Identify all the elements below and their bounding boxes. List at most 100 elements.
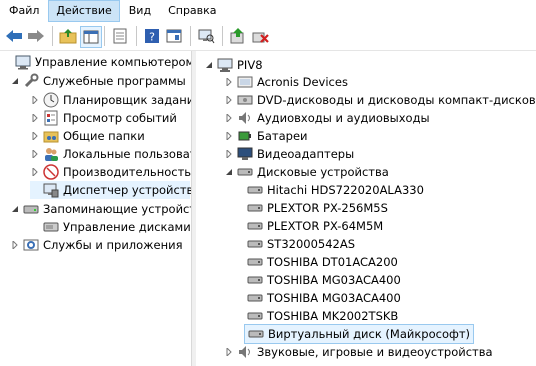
help-icon[interactable]: ? xyxy=(142,26,162,46)
disk-label: PLEXTOR PX-256M5S xyxy=(267,201,388,215)
device-tree-pane[interactable]: PIV8 Acronis Devices DVD-дисководы и дис… xyxy=(196,51,536,366)
disk-item-selected[interactable]: Виртуальный диск (Майкрософт) xyxy=(244,324,475,344)
update-driver-icon[interactable] xyxy=(228,26,248,46)
tree-item-task-scheduler[interactable]: Планировщик заданий xyxy=(30,91,192,109)
collapsed-arrow-icon[interactable] xyxy=(30,113,40,123)
svg-text:?: ? xyxy=(149,31,155,44)
tree-item-label: Звуковые, игровые и видеоустройства xyxy=(257,345,493,359)
scan-hardware-icon[interactable] xyxy=(196,26,216,46)
forward-icon[interactable] xyxy=(26,26,46,46)
disk-drive-icon xyxy=(247,308,263,324)
tree-item-label: Видеоадаптеры xyxy=(257,147,355,161)
menu-file[interactable]: Файл xyxy=(1,0,47,22)
tree-item-label: Планировщик заданий xyxy=(63,93,192,107)
show-hide-tree-icon[interactable] xyxy=(80,26,102,48)
back-icon[interactable] xyxy=(4,26,24,46)
computer-icon xyxy=(217,57,233,73)
disk-item[interactable]: PLEXTOR PX-64M5M xyxy=(244,217,383,235)
collapsed-arrow-icon[interactable] xyxy=(30,95,40,105)
speaker-icon xyxy=(237,344,253,360)
tree-item-computer[interactable]: PIV8 xyxy=(204,56,263,74)
performance-icon xyxy=(43,164,59,180)
shared-folder-icon xyxy=(43,128,59,144)
collapsed-arrow-icon[interactable] xyxy=(224,95,234,105)
tree-item-disk-drives[interactable]: Дисковые устройства xyxy=(224,163,389,181)
tree-item-audio-io[interactable]: Аудиовходы и аудиовыходы xyxy=(224,109,430,127)
disk-item[interactable]: TOSHIBA MG03ACA400 xyxy=(244,289,401,307)
toolbar: ? xyxy=(0,22,536,51)
collapsed-arrow-icon[interactable] xyxy=(224,131,234,141)
menu-bar: Файл Действие Вид Справка xyxy=(0,0,536,22)
disk-item[interactable]: TOSHIBA DT01ACA200 xyxy=(244,253,398,271)
disk-label: Виртуальный диск (Майкрософт) xyxy=(268,327,471,341)
collapsed-arrow-icon[interactable] xyxy=(224,149,234,159)
collapsed-arrow-icon[interactable] xyxy=(10,240,20,250)
console-window-icon[interactable] xyxy=(164,26,184,46)
tree-item-acronis[interactable]: Acronis Devices xyxy=(224,73,348,91)
menu-view[interactable]: Вид xyxy=(121,0,159,22)
expanded-arrow-icon[interactable] xyxy=(204,60,214,70)
console-tree-pane[interactable]: Управление компьютером (л Служебные прог… xyxy=(0,51,192,366)
tree-item-label: Локальные пользовате xyxy=(63,147,192,161)
disk-label: PLEXTOR PX-64M5M xyxy=(267,219,384,233)
collapse-arrow-icon[interactable] xyxy=(2,57,12,67)
collapsed-arrow-icon[interactable] xyxy=(30,131,40,141)
disk-label: ST32000542AS xyxy=(267,237,356,251)
collapsed-arrow-icon[interactable] xyxy=(30,167,40,177)
tree-item-label: Диспетчер устройств xyxy=(63,183,192,197)
collapsed-arrow-icon[interactable] xyxy=(224,347,234,357)
tree-item-device-manager[interactable]: Диспетчер устройств xyxy=(30,181,192,199)
disk-item[interactable]: TOSHIBA MK2002TSKB xyxy=(244,307,398,325)
tree-item-performance[interactable]: Производительность xyxy=(30,163,191,181)
tree-item-label: Просмотр событий xyxy=(63,111,177,125)
disk-drive-icon xyxy=(237,164,253,180)
acronis-device-icon xyxy=(237,74,253,90)
tree-item-dvd[interactable]: DVD-дисководы и дисководы компакт-дисков xyxy=(224,91,536,109)
uninstall-device-icon[interactable] xyxy=(250,26,270,46)
tree-item-batteries[interactable]: Батареи xyxy=(224,127,308,145)
collapsed-arrow-icon[interactable] xyxy=(224,113,234,123)
disk-item[interactable]: Hitachi HDS722020ALA330 xyxy=(244,181,424,199)
tree-item-video-adapters[interactable]: Видеоадаптеры xyxy=(224,145,354,163)
expanded-arrow-icon[interactable] xyxy=(10,204,20,214)
tree-item-disk-management[interactable]: Управление дисками xyxy=(30,218,191,236)
disk-label: Hitachi HDS722020ALA330 xyxy=(267,183,424,197)
expanded-arrow-icon[interactable] xyxy=(224,167,234,177)
tree-item-label: Аудиовходы и аудиовыходы xyxy=(257,111,430,125)
disk-label: TOSHIBA DT01ACA200 xyxy=(267,255,398,269)
tree-item-label: Управление дисками xyxy=(63,220,191,234)
collapsed-arrow-icon[interactable] xyxy=(30,149,40,159)
tree-item-storage[interactable]: Запоминающие устройст xyxy=(10,200,192,218)
properties-icon[interactable] xyxy=(110,26,130,46)
tree-item-label: Запоминающие устройст xyxy=(43,202,192,216)
disk-label: TOSHIBA MG03ACA400 xyxy=(267,291,401,305)
tree-item-label: Дисковые устройства xyxy=(257,165,389,179)
tree-item-label: PIV8 xyxy=(237,58,263,72)
expanded-arrow-icon[interactable] xyxy=(10,76,20,86)
up-folder-icon[interactable] xyxy=(58,26,78,46)
dvd-drive-icon xyxy=(237,92,253,108)
clock-icon xyxy=(43,92,59,108)
tree-item-local-users[interactable]: Локальные пользовате xyxy=(30,145,192,163)
tree-item-label: Acronis Devices xyxy=(257,75,348,89)
tree-item-label: Батареи xyxy=(257,129,308,143)
tree-item-shared-folders[interactable]: Общие папки xyxy=(30,127,145,145)
tree-item-label: DVD-дисководы и дисководы компакт-дисков xyxy=(257,93,536,107)
tree-item-sound-devices[interactable]: Звуковые, игровые и видеоустройства xyxy=(224,343,493,361)
tree-item-label: Управление компьютером (л xyxy=(35,55,192,69)
menu-action[interactable]: Действие xyxy=(48,0,120,22)
tools-icon xyxy=(23,73,39,89)
computer-management-icon xyxy=(15,54,31,70)
collapsed-arrow-icon[interactable] xyxy=(224,77,234,87)
tree-item-label: Службы и приложения xyxy=(43,238,183,252)
event-viewer-icon xyxy=(43,110,59,126)
tree-item-services[interactable]: Службы и приложения xyxy=(10,236,183,254)
disk-item[interactable]: PLEXTOR PX-256M5S xyxy=(244,199,388,217)
disk-item[interactable]: TOSHIBA MG03ACA400 xyxy=(244,271,401,289)
tree-item-computer-management[interactable]: Управление компьютером (л xyxy=(2,53,192,71)
disk-item[interactable]: ST32000542AS xyxy=(244,235,355,253)
tree-item-event-viewer[interactable]: Просмотр событий xyxy=(30,109,177,127)
tree-item-label: Производительность xyxy=(63,165,192,179)
menu-help[interactable]: Справка xyxy=(160,0,224,22)
tree-item-service-tools[interactable]: Служебные программы xyxy=(10,72,186,90)
